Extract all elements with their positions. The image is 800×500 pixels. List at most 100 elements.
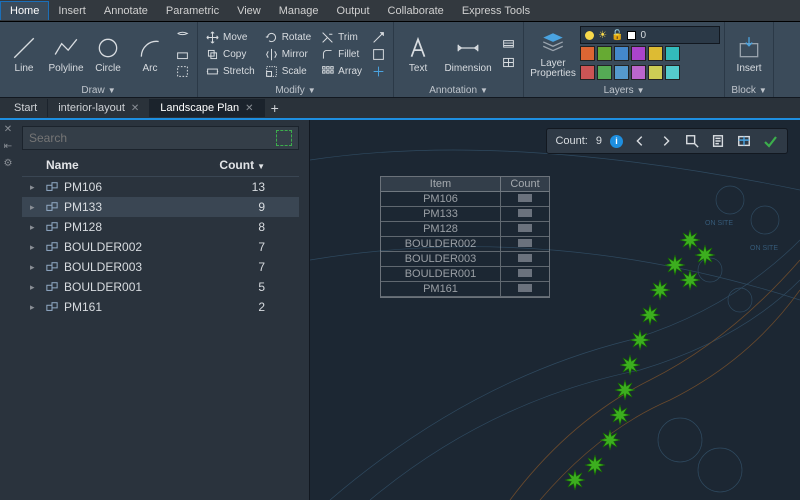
next-button[interactable] [657,132,675,150]
sun-icon: ☀ [598,30,607,41]
overlay-header-count: Count [501,177,549,192]
fillet-button[interactable]: Fillet [317,47,366,62]
new-tab-button[interactable]: + [265,98,285,118]
panel-annotation: Text Dimension Annotation▼ [394,22,524,97]
menu-tab-home[interactable]: Home [0,1,49,20]
pin-icon[interactable]: ⇤ [4,141,12,152]
scale-button[interactable]: Scale [261,64,315,79]
rotate-button[interactable]: Rotate [261,30,315,45]
swatch[interactable] [580,65,595,80]
copy-button[interactable]: Copy [202,47,259,62]
doc-tab-interior-layout[interactable]: interior-layout✕ [48,99,150,117]
block-row[interactable]: ▸BOULDER0037 [22,257,299,277]
table-button[interactable] [735,132,753,150]
array-button[interactable]: Array [317,64,366,79]
insert-button[interactable]: Insert [729,26,769,82]
swatch[interactable] [665,65,680,80]
swatch[interactable] [614,65,629,80]
block-row[interactable]: ▸BOULDER0027 [22,237,299,257]
swatch[interactable] [580,46,595,61]
zoom-button[interactable] [683,132,701,150]
layer-properties-button[interactable]: Layer Properties [528,26,578,82]
menu-tab-insert[interactable]: Insert [49,2,95,20]
document-tabs: Startinterior-layout✕Landscape Plan✕+ [0,98,800,120]
onsite-label: ON SITE [750,245,778,252]
swatch[interactable] [614,46,629,61]
layer-name: 0 [640,30,646,41]
close-icon[interactable]: ✕ [131,103,139,114]
block-list: ▸PM10613▸PM1339▸PM1288▸BOULDER0027▸BOULD… [22,177,299,317]
apply-button[interactable] [761,132,779,150]
block-row[interactable]: ▸PM10613 [22,177,299,197]
swatch[interactable] [597,46,612,61]
block-row[interactable]: ▸PM1612 [22,297,299,317]
palette-spine: ✕ ⇤ ⚙ [0,120,16,500]
trim-button[interactable]: Trim [317,30,366,45]
polyline-button[interactable]: Polyline [46,26,86,82]
overlay-header-item: Item [381,177,501,192]
menu-tab-output[interactable]: Output [328,2,379,20]
stretch-button[interactable]: Stretch [202,64,259,79]
panel-title-layers[interactable]: Layers▼ [528,84,720,97]
swatch[interactable] [631,46,646,61]
text-button[interactable]: Text [398,26,438,82]
annotation-extra-1[interactable] [498,38,519,53]
count-value: 9 [596,135,602,147]
draw-extra-1[interactable] [172,30,193,45]
swatch[interactable] [648,46,663,61]
doc-tab-start[interactable]: Start [4,99,48,117]
menu-tab-manage[interactable]: Manage [270,2,328,20]
panel-title-modify[interactable]: Modify▼ [202,84,389,97]
header-count[interactable]: Count▼ [219,158,265,172]
doc-tab-landscape-plan[interactable]: Landscape Plan✕ [150,99,264,117]
block-row[interactable]: ▸PM1339 [22,197,299,217]
annotation-extra-2[interactable] [498,55,519,70]
overlay-row: BOULDER002 [381,237,549,252]
info-icon[interactable]: i [610,135,623,148]
swatch[interactable] [631,65,646,80]
panel-title-block[interactable]: Block▼ [729,84,769,97]
swatch[interactable] [665,46,680,61]
arc-button[interactable]: Arc [130,26,170,82]
panel-modify: Move Copy Stretch Rotate Mirror Scale Tr… [198,22,394,97]
gear-icon[interactable]: ⚙ [4,158,13,169]
color-swatch [627,31,636,40]
mirror-button[interactable]: Mirror [261,47,315,62]
layer-combo[interactable]: ☀ 🔓 0 [580,26,720,44]
dimension-button[interactable]: Dimension [440,26,496,82]
menu-tab-collaborate[interactable]: Collaborate [379,2,453,20]
count-label: Count: [555,135,587,147]
menu-tab-view[interactable]: View [228,2,270,20]
line-button[interactable]: Line [4,26,44,82]
overlay-row: PM106 [381,192,549,207]
modify-extra-3[interactable] [368,64,389,79]
selection-icon[interactable] [276,130,292,146]
menu-tab-express-tools[interactable]: Express Tools [453,2,539,20]
swatch[interactable] [648,65,663,80]
swatch[interactable] [597,65,612,80]
menu-tab-annotate[interactable]: Annotate [95,2,157,20]
block-row[interactable]: ▸PM1288 [22,217,299,237]
close-icon[interactable]: ✕ [4,124,12,135]
draw-extra-2[interactable] [172,47,193,62]
overlay-row: BOULDER001 [381,267,549,282]
count-overlay-table: Item Count PM106PM133PM128BOULDER002BOUL… [380,176,550,298]
close-icon[interactable]: ✕ [245,103,253,114]
move-button[interactable]: Move [202,30,259,45]
modify-extra-2[interactable] [368,47,389,62]
header-name[interactable]: Name [46,158,79,172]
count-palette: ✕ ⇤ ⚙ Name Count▼ ▸PM10613▸PM1339▸PM1288… [0,120,310,500]
prev-button[interactable] [631,132,649,150]
menu-bar: HomeInsertAnnotateParametricViewManageOu… [0,0,800,22]
draw-extra-3[interactable] [172,64,193,79]
overlay-row: PM161 [381,282,549,297]
report-button[interactable] [709,132,727,150]
modify-extra-1[interactable] [368,30,389,45]
panel-title-draw[interactable]: Draw▼ [4,84,193,97]
drawing-canvas[interactable]: ON SITE ON SITE Item Count PM106PM133PM1… [310,120,800,500]
block-row[interactable]: ▸BOULDER0015 [22,277,299,297]
circle-button[interactable]: Circle [88,26,128,82]
panel-title-annotation[interactable]: Annotation▼ [398,84,519,97]
menu-tab-parametric[interactable]: Parametric [157,2,228,20]
search-input[interactable] [29,131,276,145]
